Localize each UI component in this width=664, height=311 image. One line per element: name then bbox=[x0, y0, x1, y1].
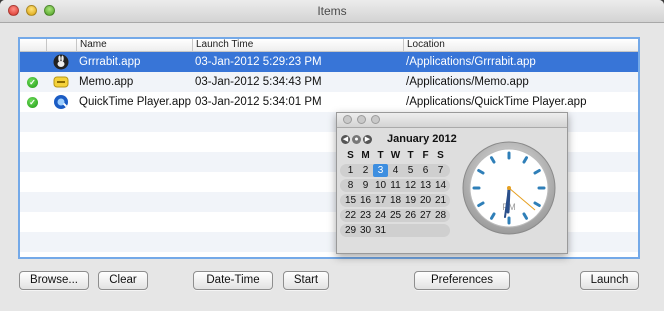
table-body: Grrrabit.app 03-Jan-2012 5:29:23 PM/Appli… bbox=[20, 52, 638, 112]
calendar-day[interactable]: 14 bbox=[433, 179, 448, 192]
calendar-day[interactable]: 15 bbox=[343, 194, 358, 207]
calendar-day[interactable]: 4 bbox=[388, 164, 403, 177]
table-row[interactable]: Grrrabit.app 03-Jan-2012 5:29:23 PM/Appli… bbox=[20, 52, 638, 72]
month-label: January 2012 bbox=[387, 133, 457, 145]
launched-check-icon: ✓ bbox=[27, 77, 38, 88]
quicktime-icon bbox=[53, 94, 69, 110]
date-time-button[interactable]: Date-Time bbox=[193, 271, 273, 290]
weekday-label: T bbox=[377, 150, 384, 161]
row-name: QuickTime Player.app bbox=[79, 96, 192, 108]
calendar-day[interactable]: 9 bbox=[358, 179, 373, 192]
calendar-day[interactable]: 6 bbox=[418, 164, 433, 177]
weekday-label: T bbox=[407, 150, 414, 161]
today-icon[interactable]: ● bbox=[352, 135, 361, 144]
popup-minimize-button[interactable] bbox=[357, 115, 366, 124]
popup-title-bar bbox=[337, 113, 567, 128]
weekday-label: S bbox=[437, 150, 444, 161]
column-header-location[interactable]: Location bbox=[403, 39, 638, 51]
calendar-day[interactable]: 26 bbox=[403, 209, 418, 222]
calendar-day[interactable]: 19 bbox=[403, 194, 418, 207]
calendar-day[interactable]: 21 bbox=[433, 194, 448, 207]
calendar-day[interactable]: 22 bbox=[343, 209, 358, 222]
row-location: /Applications/QuickTime Player.app bbox=[406, 96, 587, 108]
browse-button[interactable]: Browse... bbox=[19, 271, 89, 290]
clock-center-pin bbox=[507, 186, 511, 190]
next-month-icon[interactable]: ▶ bbox=[363, 135, 372, 144]
table-header: Name Launch Time Location bbox=[20, 39, 638, 52]
calendar-day[interactable]: 23 bbox=[358, 209, 373, 222]
calendar-day[interactable]: 18 bbox=[388, 194, 403, 207]
row-launch-time: 03-Jan-2012 5:34:01 PM bbox=[195, 96, 322, 108]
table-row[interactable]: ✓ QuickTime Player.app 03-Jan-2012 5:34:01… bbox=[20, 92, 638, 112]
row-location: /Applications/Memo.app bbox=[406, 76, 529, 88]
calendar-day[interactable]: 1 bbox=[343, 164, 358, 177]
column-header-name[interactable]: Name bbox=[76, 39, 192, 51]
calendar-day[interactable]: 11 bbox=[388, 179, 403, 192]
calendar-day[interactable]: 3 bbox=[373, 164, 388, 177]
memo-icon bbox=[53, 74, 69, 90]
column-header-launch-time[interactable]: Launch Time bbox=[192, 39, 403, 51]
column-header-icon[interactable] bbox=[46, 39, 76, 51]
popup-close-button[interactable] bbox=[343, 115, 352, 124]
clear-button[interactable]: Clear bbox=[98, 271, 148, 290]
table-row[interactable]: ✓ Memo.app 03-Jan-2012 5:34:43 PM/Applicat… bbox=[20, 72, 638, 92]
calendar-day[interactable]: 29 bbox=[343, 224, 358, 237]
date-time-popup: ◀ ● ▶ January 2012 S M T W T F S 1 2 3 4 5 6 7 8 9 10 11 1… bbox=[336, 112, 568, 254]
preferences-button[interactable]: Preferences bbox=[414, 271, 510, 290]
calendar-day[interactable]: 10 bbox=[373, 179, 388, 192]
calendar-day[interactable]: 8 bbox=[343, 179, 358, 192]
row-location: /Applications/Grrrabit.app bbox=[406, 56, 536, 68]
weekday-label: F bbox=[422, 150, 429, 161]
row-name: Grrrabit.app bbox=[79, 56, 141, 68]
items-window: Items Name Launch Time Location Grrrabit… bbox=[0, 0, 664, 311]
launched-check-icon: ✓ bbox=[27, 97, 38, 108]
calendar-day[interactable]: 7 bbox=[433, 164, 448, 177]
popup-zoom-button[interactable] bbox=[371, 115, 380, 124]
weekday-label: S bbox=[347, 150, 354, 161]
row-launch-time: 03-Jan-2012 5:29:23 PM bbox=[195, 56, 322, 68]
calendar-day[interactable]: 5 bbox=[403, 164, 418, 177]
rabbit-icon bbox=[53, 54, 69, 70]
column-header-check[interactable] bbox=[20, 39, 46, 51]
calendar-day[interactable]: 16 bbox=[358, 194, 373, 207]
calendar-day[interactable]: 17 bbox=[373, 194, 388, 207]
calendar-day[interactable]: 2 bbox=[358, 164, 373, 177]
calendar-day[interactable]: 30 bbox=[358, 224, 373, 237]
calendar-day[interactable]: 28 bbox=[433, 209, 448, 222]
calendar-day[interactable]: 27 bbox=[418, 209, 433, 222]
calendar-day[interactable]: 31 bbox=[373, 224, 388, 237]
weekday-label: W bbox=[390, 150, 401, 161]
launch-button[interactable]: Launch bbox=[580, 271, 639, 290]
calendar-day[interactable]: 24 bbox=[373, 209, 388, 222]
window-title: Items bbox=[317, 4, 347, 18]
row-name: Memo.app bbox=[79, 76, 134, 88]
analog-clock: PM bbox=[462, 141, 556, 235]
calendar-day[interactable]: 12 bbox=[403, 179, 418, 192]
title-bar: Items bbox=[0, 0, 664, 23]
previous-month-icon[interactable]: ◀ bbox=[341, 135, 350, 144]
calendar-day[interactable]: 20 bbox=[418, 194, 433, 207]
calendar-day[interactable]: 13 bbox=[418, 179, 433, 192]
start-button[interactable]: Start bbox=[283, 271, 329, 290]
row-launch-time: 03-Jan-2012 5:34:43 PM bbox=[195, 76, 322, 88]
calendar-day[interactable]: 25 bbox=[388, 209, 403, 222]
weekday-label: M bbox=[361, 150, 370, 161]
